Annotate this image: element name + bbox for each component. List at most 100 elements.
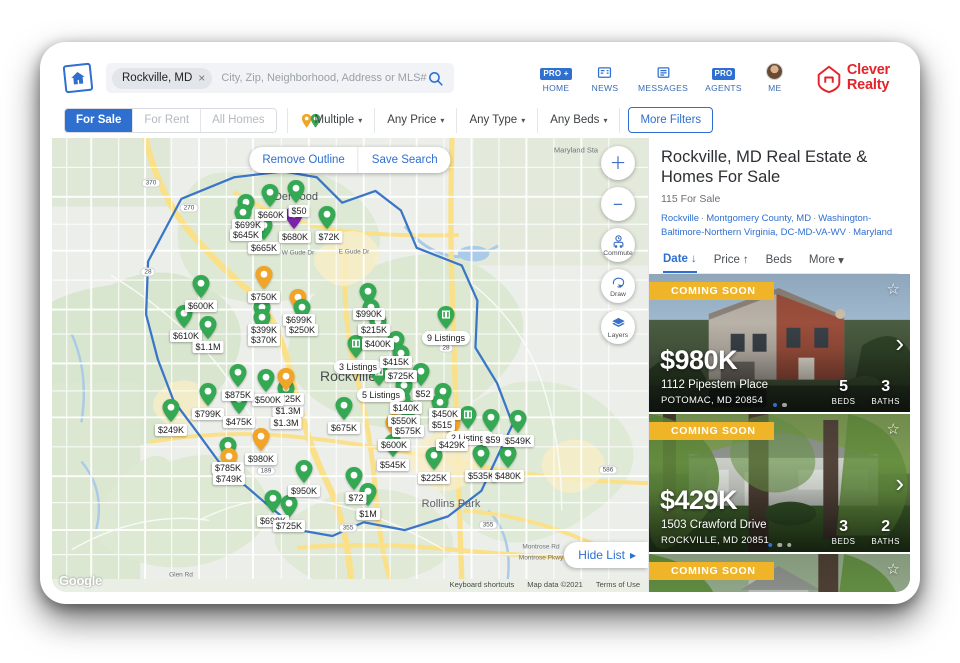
map-pin[interactable] [162,399,180,422]
map-pin-price-label[interactable]: $400K [361,338,395,350]
map-pin-price-label[interactable]: $600K [184,300,218,312]
map-pin[interactable] [277,368,295,391]
map-pin-price-label[interactable]: $600K [377,439,411,451]
map-pin-price-label[interactable]: $480K [491,470,525,482]
map-pin-price-label[interactable]: $1M [356,508,380,520]
map-pin[interactable] [499,445,517,468]
sort-tab-beds[interactable]: Beds [766,250,792,272]
map-pin[interactable] [199,383,217,406]
filter-multiple[interactable]: Multiple ▾ [286,107,376,133]
map-pin-price-label[interactable]: $1.3M [272,405,304,417]
map-pin-price-label[interactable]: $59 [482,434,504,446]
map-pin[interactable] [482,409,500,432]
map-pin[interactable] [459,406,477,429]
search-input-placeholder[interactable]: City, Zip, Neighborhood, Address or MLS# [212,72,426,84]
map-pin-price-label[interactable]: $215K [357,324,391,336]
map-pin-price-label[interactable]: 9 Listings [421,331,471,345]
map-pin-price-label[interactable]: $415K [379,356,413,368]
hide-list-button[interactable]: Hide List ▸ [564,542,648,568]
map-pin-price-label[interactable]: $665K [247,242,281,254]
search-bar[interactable]: Rockville, MD × City, Zip, Neighborhood,… [106,63,454,93]
tab-for-sale[interactable]: For Sale [65,108,134,132]
remove-outline-button[interactable]: Remove Outline [249,147,357,173]
search-location-chip[interactable]: Rockville, MD × [112,67,213,89]
photo-dots[interactable] [772,402,787,408]
map-canvas[interactable]: DerwoodRockvilleRollins ParkMaryland Sta… [52,138,648,592]
listing-card[interactable]: COMING SOON ☆ › $429K 1503 Crawford Driv… [649,414,910,555]
map-pin-price-label[interactable]: $645K [229,229,263,241]
sort-tab-more[interactable]: More ▾ [809,249,844,273]
map-pin[interactable] [335,397,353,420]
map-pin-price-label[interactable]: $72K [315,231,343,243]
nav-item-me[interactable]: ME [759,63,791,93]
commute-button[interactable]: Commute [601,228,635,262]
nav-item-messages[interactable]: MESSAGES [638,65,688,93]
keyboard-shortcuts-link[interactable]: Keyboard shortcuts [450,580,515,589]
breadcrumb-item-rockville[interactable]: Rockville [661,213,699,224]
map-pin-price-label[interactable]: $749K [212,473,246,485]
map-pin-price-label[interactable]: $660K [254,209,288,221]
map-pin[interactable] [472,445,490,468]
sort-tab-price[interactable]: Price ↑ [714,250,749,272]
favorite-star-icon[interactable]: ☆ [887,282,900,297]
map-pin-price-label[interactable]: $980K [244,453,278,465]
map-pin-price-label[interactable]: $500K [251,394,285,406]
map-pin[interactable] [192,275,210,298]
map-pin-price-label[interactable]: $1.3M [270,417,302,429]
more-filters-button[interactable]: More Filters [628,107,714,133]
map-pin[interactable] [255,266,273,289]
map-pin-price-label[interactable]: $750K [247,291,281,303]
map-pin[interactable] [199,316,217,339]
map-pin-price-label[interactable]: $1.1M [192,341,224,353]
map-pin-price-label[interactable]: $429K [435,439,469,451]
map-pin[interactable] [318,206,336,229]
sort-tab-date[interactable]: Date ↓ [663,249,697,274]
favorite-star-icon[interactable]: ☆ [887,422,900,437]
map-pin-price-label[interactable]: $549K [501,435,535,447]
nav-item-agents[interactable]: PRO AGENTS [705,68,742,93]
map-pin[interactable] [229,364,247,387]
map-pin-price-label[interactable]: $575K [391,425,425,437]
map-pin-price-label[interactable]: $875K [221,389,255,401]
map-pin-price-label[interactable]: $680K [278,231,312,243]
photo-dots[interactable] [767,542,792,548]
map-pin[interactable] [287,180,305,203]
tab-for-rent[interactable]: For Rent [133,108,202,132]
search-icon[interactable] [427,70,448,87]
map-pin[interactable] [295,460,313,483]
map-pin-price-label[interactable]: $52 [412,388,434,400]
zoom-in-button[interactable]: ＋ [601,146,635,180]
draw-button[interactable]: Draw [601,269,635,303]
map-pin[interactable] [437,306,455,329]
filter-any-beds[interactable]: Any Beds ▾ [538,107,621,133]
map-pin-price-label[interactable]: $140K [389,402,423,414]
map-pin[interactable] [509,410,527,433]
map-pin-price-label[interactable]: $475K [222,416,256,428]
map-pin-price-label[interactable]: $515 [428,419,456,431]
map-pin-price-label[interactable]: $72 [345,492,367,504]
tab-all-homes[interactable]: All Homes [201,108,276,132]
listing-card[interactable]: COMING SOON ☆ › $980K 1112 Pipestem Plac… [649,274,910,415]
map-pin-price-label[interactable]: $950K [287,485,321,497]
nav-item-news[interactable]: NEWS [589,65,621,93]
brand-logo[interactable]: Clever Realty [814,63,890,94]
map-pin-price-label[interactable]: $725K [384,370,418,382]
map-pin-price-label[interactable]: $799K [191,408,225,420]
nav-item-home[interactable]: PRO + HOME [540,68,572,93]
next-photo-icon[interactable]: › [895,470,904,496]
map-pin-price-label[interactable]: 3 Listings [333,360,383,374]
map-pin-price-label[interactable]: 5 Listings [356,388,406,402]
map-pin-price-label[interactable]: $50 [288,205,310,217]
map-pin[interactable] [264,490,282,513]
listing-card[interactable]: COMING SOON ☆ [649,554,910,592]
save-search-button[interactable]: Save Search [357,147,451,173]
map-pin-price-label[interactable]: $725K [272,520,306,532]
next-photo-icon[interactable]: › [895,330,904,356]
map-pin-price-label[interactable]: $675K [327,422,361,434]
map-pin-price-label[interactable]: $370K [247,334,281,346]
breadcrumb-item-county[interactable]: Montgomery County, MD [706,213,811,224]
favorite-star-icon[interactable]: ☆ [887,562,900,577]
map-pin[interactable] [252,428,270,451]
zoom-out-button[interactable]: − [601,187,635,221]
breadcrumb-item-maryland[interactable]: Maryland [853,227,892,238]
